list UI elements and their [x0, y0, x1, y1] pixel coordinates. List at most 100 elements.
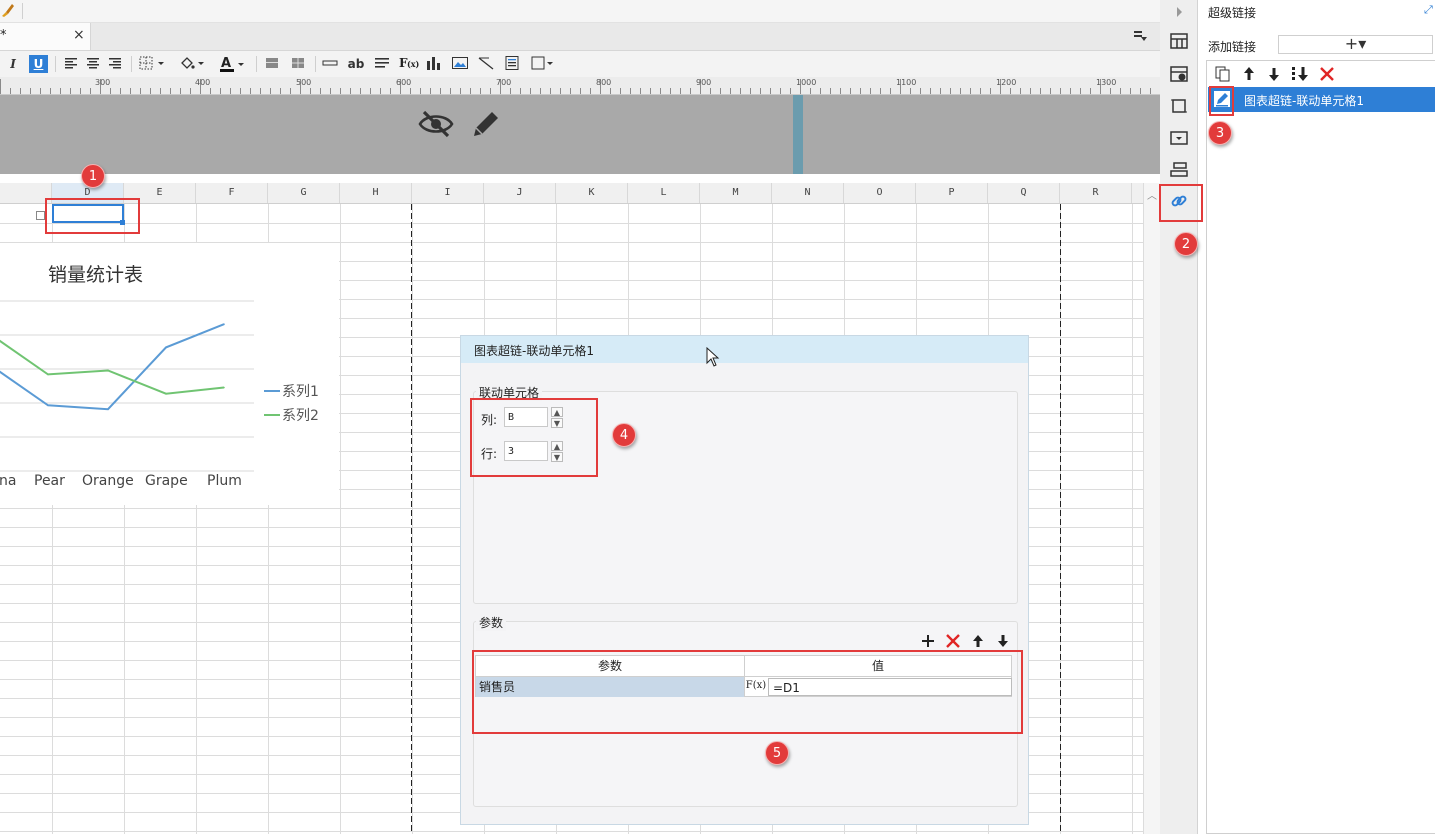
text-button[interactable]: ab: [345, 55, 367, 73]
legend-label-series2: 系列2: [282, 408, 319, 424]
align-right-icon[interactable]: [107, 55, 125, 73]
tab-report[interactable]: * ×: [0, 23, 91, 50]
sort-icon[interactable]: [1290, 65, 1312, 83]
callout-box-3: [1209, 86, 1234, 116]
copy-icon[interactable]: [1214, 65, 1232, 83]
callout-box-4: [470, 398, 598, 477]
column-header-o[interactable]: O: [844, 183, 916, 203]
callout-badge-4: 4: [612, 423, 636, 447]
series-1-point: [107, 408, 109, 410]
ruler-label: 600: [396, 78, 412, 87]
link-list: 图表超链-联动单元格1: [1206, 60, 1435, 834]
column-header-r[interactable]: R: [1060, 183, 1132, 203]
move-down-icon[interactable]: [1265, 65, 1283, 83]
border-icon[interactable]: [138, 55, 168, 73]
condition-attribute-icon[interactable]: [1169, 160, 1189, 180]
column-header-n[interactable]: N: [772, 183, 844, 203]
callout-badge-5: 5: [765, 741, 789, 765]
dialog-title-bar[interactable]: 图表超链-联动单元格1: [461, 336, 1028, 363]
column-header-q[interactable]: Q: [988, 183, 1060, 203]
params-group-label: 参数: [476, 614, 507, 631]
column-header-k[interactable]: K: [556, 183, 628, 203]
column-header-m[interactable]: M: [700, 183, 772, 203]
series-2-point: [165, 392, 167, 395]
more-elements-icon[interactable]: [530, 55, 556, 73]
dialog-title: 图表超链-联动单元格1: [474, 344, 594, 358]
column-header-g[interactable]: G: [268, 183, 340, 203]
align-left-icon[interactable]: [63, 55, 81, 73]
toolbar-divider: [256, 56, 257, 72]
top-strip: [0, 0, 1160, 23]
chart-plot: [0, 300, 280, 472]
column-header: D E F G H I J K L M N O P Q R: [0, 183, 1143, 204]
widget-icon[interactable]: [1169, 128, 1189, 148]
x-tick-label: Plum: [207, 473, 242, 489]
hyperlink-panel: 超级链接 ⤢ 添加链接 +▾ 图表超链-联动单元格1: [1198, 0, 1435, 834]
sub-report-icon[interactable]: [503, 55, 523, 73]
bar-chart-icon[interactable]: [425, 55, 445, 73]
collapse-arrow-icon[interactable]: [1169, 2, 1189, 22]
delete-icon[interactable]: [1318, 65, 1336, 83]
toolbar-divider: [55, 56, 56, 72]
band-resize-handle[interactable]: [793, 95, 803, 174]
series-1-point: [165, 346, 167, 349]
cell-marker-icon: [36, 211, 45, 220]
series-2-point: [47, 373, 49, 376]
move-up-icon[interactable]: [970, 633, 986, 649]
column-header-j[interactable]: J: [484, 183, 556, 203]
link-list-item[interactable]: 图表超链-联动单元格1: [1208, 87, 1435, 112]
brush-icon[interactable]: [0, 2, 14, 18]
divider: [22, 3, 23, 19]
ruler-label: 500: [296, 78, 312, 87]
callout-badge-3: 3: [1208, 121, 1232, 145]
pencil-icon[interactable]: [470, 108, 502, 140]
chart-edit-band: [0, 95, 1160, 174]
svg-text:(x): (x): [407, 59, 420, 69]
align-center-icon[interactable]: [85, 55, 103, 73]
delete-param-icon[interactable]: [945, 633, 961, 649]
merge-cells-icon[interactable]: [264, 55, 282, 73]
column-header-i[interactable]: I: [412, 183, 484, 203]
series-2-point: [223, 386, 225, 389]
move-up-icon[interactable]: [1240, 65, 1258, 83]
series-1-point: [47, 404, 49, 407]
fill-color-icon[interactable]: [178, 55, 208, 73]
callout-box-5: [472, 650, 1023, 734]
column-header-h[interactable]: H: [340, 183, 412, 203]
ruler-label: 1200: [996, 78, 1017, 87]
vertical-scrollbar[interactable]: ︿: [1143, 183, 1161, 834]
column-header-f[interactable]: F: [196, 183, 268, 203]
add-param-icon[interactable]: [920, 633, 936, 649]
cell-style-icon[interactable]: [1169, 64, 1189, 84]
pin-icon[interactable]: ⤢: [1424, 3, 1433, 17]
x-tick-label: na: [0, 473, 17, 489]
ruler-ticks: [0, 79, 1151, 94]
image-icon[interactable]: [451, 55, 471, 73]
line-chart[interactable]: 销量统计表 系列1 系列2 na Pear Orange Grape Plum: [0, 243, 339, 505]
chart-area-icon[interactable]: [1169, 96, 1189, 116]
add-link-button[interactable]: +▾: [1278, 35, 1433, 54]
eye-hidden-icon[interactable]: [418, 108, 454, 140]
column-header-l[interactable]: L: [628, 183, 700, 203]
scroll-up-icon[interactable]: ︿: [1147, 187, 1157, 202]
move-down-icon[interactable]: [995, 633, 1011, 649]
callout-box-1: [45, 198, 140, 234]
column-header-p[interactable]: P: [916, 183, 988, 203]
add-link-label: 添加链接: [1208, 40, 1257, 54]
tab-menu-icon[interactable]: [1133, 28, 1149, 44]
cell-attribute-icon[interactable]: [1169, 31, 1189, 51]
close-icon[interactable]: ×: [73, 27, 85, 43]
cell-element-icon[interactable]: [321, 55, 341, 73]
italic-button[interactable]: I: [6, 55, 20, 73]
richtext-icon[interactable]: [373, 55, 393, 73]
formula-icon[interactable]: F(x): [398, 55, 420, 73]
underline-button[interactable]: U: [29, 55, 48, 73]
split-cells-icon[interactable]: [290, 55, 308, 73]
ruler-label: 900: [696, 78, 712, 87]
callout-badge-1: 1: [81, 164, 105, 188]
x-tick-label: Orange: [82, 473, 134, 489]
legend-label-series1: 系列1: [282, 384, 319, 400]
slash-cell-icon[interactable]: [477, 55, 497, 73]
font-color-icon[interactable]: A: [218, 55, 248, 73]
ruler-label: 400: [195, 78, 211, 87]
